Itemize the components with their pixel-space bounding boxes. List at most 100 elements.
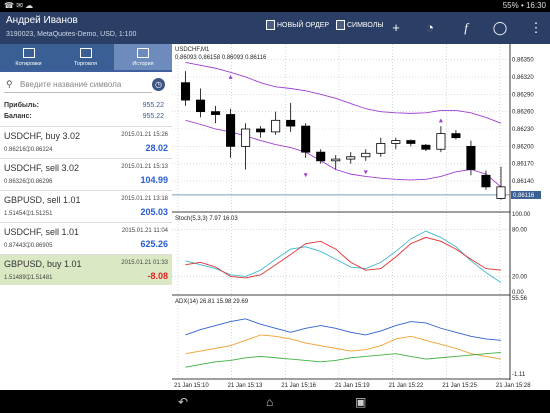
price-tick-label: 0.86350 — [512, 58, 534, 64]
quotes-icon — [23, 48, 35, 58]
balance-label: Баланс: — [4, 113, 32, 120]
time-tick-label: 21 Jan 15:16 — [281, 383, 316, 389]
order-profit: 104.99 — [140, 175, 168, 185]
candle-body — [241, 128, 251, 147]
new-order-label: НОВЫЙ ОРДЕР — [277, 21, 330, 29]
time-tick-label: 21 Jan 15:13 — [228, 383, 263, 389]
history-order-item[interactable]: USDCHF, sell 1.01 2015.01.21 11:04 0.87443… — [0, 222, 172, 253]
profit-row: Прибыль: 955.22 — [4, 102, 168, 109]
price-chart[interactable]: 0.86350 0.86320 0.86290 0.86260 0.86230 0.862… — [172, 44, 550, 390]
price-tick-label: 0.86260 — [512, 110, 534, 116]
order-time: 2015.01.21 11:04 — [121, 228, 168, 234]
timeframe-icon[interactable]: ◔ — [422, 20, 438, 36]
symbols-button[interactable]: СИМВОЛЫ — [336, 20, 384, 30]
stoch-signal-line — [185, 230, 502, 284]
tab-trade-label: Торговля — [74, 61, 97, 67]
notification-icons: ☎ ✉ ☁ — [4, 1, 34, 10]
adx-line — [185, 318, 502, 341]
back-icon[interactable]: ↶ — [178, 395, 188, 409]
symbol-search-input[interactable]: ⚲ Введите название символа — [4, 77, 152, 93]
order-symbol: GBPUSD, buy 1.01 — [4, 259, 82, 269]
time-tick-label: 21 Jan 15:28 — [496, 383, 531, 389]
history-order-item[interactable]: GBPUSD, sell 1.01 2015.01.21 13:18 1.51454… — [0, 190, 172, 221]
stoch-tick-label: 20.00 — [512, 274, 528, 280]
candle-body — [391, 140, 401, 144]
candle-body — [331, 158, 341, 162]
history-order-item[interactable]: USDCHF, sell 3.02 2015.01.21 15:13 0.86326… — [0, 158, 172, 189]
order-time: 2015.01.21 13:18 — [121, 196, 168, 202]
adx-label: ADX(14) 26.81 15.98 29.69 — [175, 299, 249, 305]
candle-body — [256, 128, 266, 133]
tab-bar: Котировки Торговля История — [0, 44, 172, 72]
menu-icon[interactable]: ⋮ — [528, 20, 544, 36]
order-symbol: USDCHF, sell 3.02 — [4, 163, 80, 173]
candle-body — [226, 114, 236, 147]
tab-history[interactable]: История — [114, 44, 172, 70]
indicators-icon[interactable]: f — [458, 20, 474, 36]
time-tick-label: 21 Jan 15:10 — [174, 383, 209, 389]
left-panel: Котировки Торговля История ⚲ Введите наз… — [0, 44, 172, 390]
order-profit: -8.08 — [147, 271, 168, 281]
candle-body — [196, 99, 206, 113]
candle-body — [361, 152, 371, 158]
stoch-label: Stoch(5,3,3) 7.97 16.03 — [175, 216, 238, 222]
minus-di-line — [185, 351, 502, 368]
price-tick-label: 0.86200 — [512, 144, 534, 150]
order-symbol: USDCHF, buy 3.02 — [4, 131, 81, 141]
candle-body — [376, 143, 386, 154]
candle-body — [496, 186, 506, 199]
candle-body — [316, 151, 326, 162]
order-symbol: USDCHF, sell 1.01 — [4, 227, 80, 237]
period-clock-icon[interactable]: ◷ — [152, 78, 165, 91]
nav-bar: ↶ ⌂ ▣ — [0, 390, 550, 413]
candle-body — [481, 174, 491, 188]
home-icon[interactable]: ⌂ — [266, 395, 273, 409]
search-icon: ⚲ — [6, 79, 13, 89]
recent-apps-icon[interactable]: ▣ — [355, 395, 366, 409]
history-icon — [137, 48, 149, 58]
adx-tick-label: 55.56 — [512, 296, 528, 302]
order-prices: 1.51489➀1.51481 — [4, 275, 53, 281]
new-order-button[interactable]: НОВЫЙ ОРДЕР — [266, 20, 329, 30]
tab-history-label: История — [132, 61, 154, 67]
candle-body — [346, 156, 356, 160]
order-prices: 0.86216➀0.86224 — [4, 147, 53, 153]
order-prices: 1.51454➀1.51251 — [4, 211, 53, 217]
profit-value: 955.22 — [142, 102, 164, 109]
candle-body — [286, 119, 296, 127]
price-tick-label: 0.86230 — [512, 127, 534, 133]
candle-body — [301, 125, 311, 153]
plus-di-line — [185, 334, 502, 360]
signal-down-arrow — [303, 173, 308, 178]
order-time: 2015.01.21 15:13 — [121, 164, 168, 170]
stoch-tick-label: 100.00 — [512, 212, 531, 218]
candle-body — [211, 111, 221, 115]
order-prices: 0.86326➀0.86296 — [4, 179, 53, 185]
price-tick-label: 0.86170 — [512, 162, 534, 168]
candle-body — [271, 119, 281, 133]
time-tick-label: 21 Jan 15:25 — [442, 383, 477, 389]
tab-trade[interactable]: Торговля — [57, 44, 114, 70]
history-order-item[interactable]: USDCHF, buy 3.02 2015.01.21 15:26 0.86216➀… — [0, 126, 172, 157]
price-tick-label: 0.86290 — [512, 92, 534, 98]
tab-quotes[interactable]: Котировки — [0, 44, 57, 70]
order-time: 2015.01.21 15:26 — [121, 132, 168, 138]
history-order-item[interactable]: GBPUSD, buy 1.01 2015.01.21 01:33 1.51489➀… — [0, 254, 172, 285]
current-price-label: 0.86116 — [513, 193, 535, 199]
chart-ohlc-label: 0.86093 0.86158 0.86093 0.86116 — [175, 55, 267, 61]
symbols-icon — [336, 20, 345, 30]
status-right: 55% • 16:30 — [502, 1, 546, 10]
account-name: Андрей Иванов — [6, 15, 78, 26]
account-info: 3190023, MetaQuotes-Demo, USD, 1:100 — [6, 31, 137, 38]
search-placeholder: Введите название символа — [20, 80, 122, 89]
candle-body — [421, 144, 431, 150]
candle-body — [451, 133, 461, 139]
crosshair-icon[interactable]: + — [388, 20, 404, 36]
time-tick-label: 21 Jan 15:22 — [389, 383, 424, 389]
status-bar: ☎ ✉ ☁ 55% • 16:30 — [0, 0, 550, 12]
candle-body — [180, 82, 191, 101]
balance-value: 955.22 — [142, 113, 164, 120]
chat-icon[interactable]: ◯ — [492, 20, 508, 36]
new-order-icon — [266, 20, 275, 30]
order-prices: 0.87443➀0.86905 — [4, 243, 53, 249]
